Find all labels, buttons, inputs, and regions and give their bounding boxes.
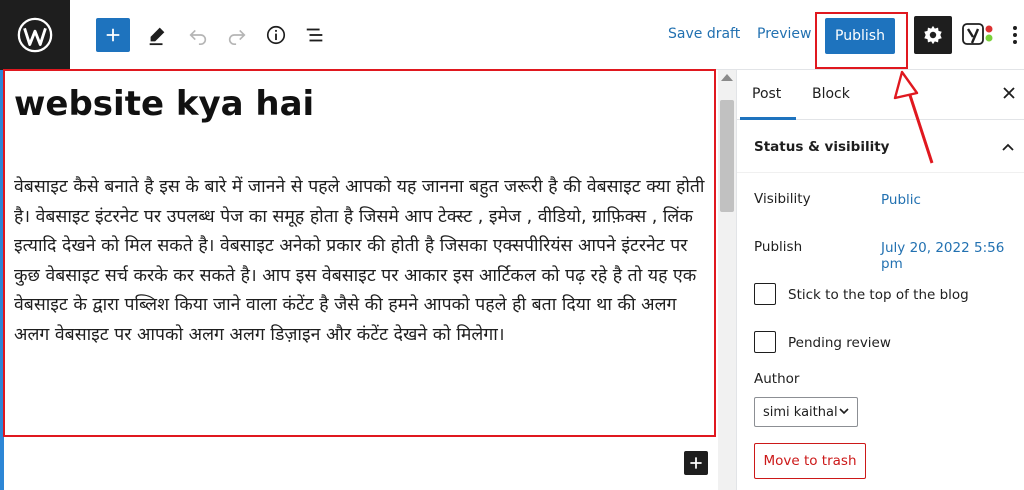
wordpress-logo-icon <box>17 17 53 53</box>
wordpress-logo-button[interactable] <box>0 0 70 70</box>
active-tab-indicator <box>740 117 796 120</box>
publish-date-toggle[interactable]: July 20, 2022 5:56 pm <box>881 240 1024 272</box>
pending-review-label[interactable]: Pending review <box>788 335 891 351</box>
inline-add-block-button[interactable] <box>684 451 708 475</box>
pending-review-checkbox[interactable] <box>754 331 776 353</box>
annotation-arrow-icon <box>893 70 934 164</box>
chevron-down-icon <box>839 408 849 415</box>
panel-divider <box>737 172 1024 173</box>
tab-block[interactable]: Block <box>812 86 850 102</box>
scrollbar-thumb[interactable] <box>720 100 734 212</box>
more-vertical-icon[interactable] <box>1008 22 1022 48</box>
pencil-icon <box>149 27 165 46</box>
chevron-up-icon[interactable] <box>1000 140 1016 154</box>
author-select-value: simi kaithal <box>763 404 838 420</box>
list-view-button[interactable] <box>302 22 328 48</box>
post-title[interactable]: website kya hai <box>14 84 314 124</box>
tools-button[interactable] <box>144 22 170 48</box>
list-view-icon <box>306 28 323 42</box>
paragraph-block[interactable]: वेबसाइट कैसे बनाते है इस के बारे में जान… <box>14 173 714 350</box>
settings-button[interactable] <box>914 16 952 54</box>
sticky-label[interactable]: Stick to the top of the blog <box>788 287 969 303</box>
scroll-up-arrow-icon[interactable] <box>721 74 733 81</box>
sticky-checkbox[interactable] <box>754 283 776 305</box>
plus-icon <box>690 457 702 469</box>
publish-highlight-box <box>815 12 908 69</box>
add-block-button[interactable] <box>96 18 130 52</box>
yoast-icon[interactable] <box>962 22 996 48</box>
visibility-label: Visibility <box>754 191 811 207</box>
plus-icon <box>106 28 120 42</box>
status-visibility-panel-title[interactable]: Status & visibility <box>754 139 889 155</box>
gear-icon <box>924 25 942 45</box>
redo-button[interactable] <box>224 22 250 48</box>
undo-button[interactable] <box>185 22 211 48</box>
settings-sidebar <box>736 70 1024 490</box>
publish-date-label: Publish <box>754 239 803 255</box>
info-icon <box>266 25 286 45</box>
details-button[interactable] <box>263 22 289 48</box>
tab-post[interactable]: Post <box>752 86 781 102</box>
author-label: Author <box>754 371 800 387</box>
redo-icon <box>228 29 246 45</box>
undo-icon <box>189 29 207 45</box>
close-icon[interactable] <box>1000 84 1018 102</box>
visibility-toggle[interactable]: Public <box>881 192 921 208</box>
move-to-trash-button[interactable]: Move to trash <box>754 443 866 479</box>
preview-button[interactable]: Preview <box>757 26 812 42</box>
save-draft-button[interactable]: Save draft <box>668 26 740 42</box>
